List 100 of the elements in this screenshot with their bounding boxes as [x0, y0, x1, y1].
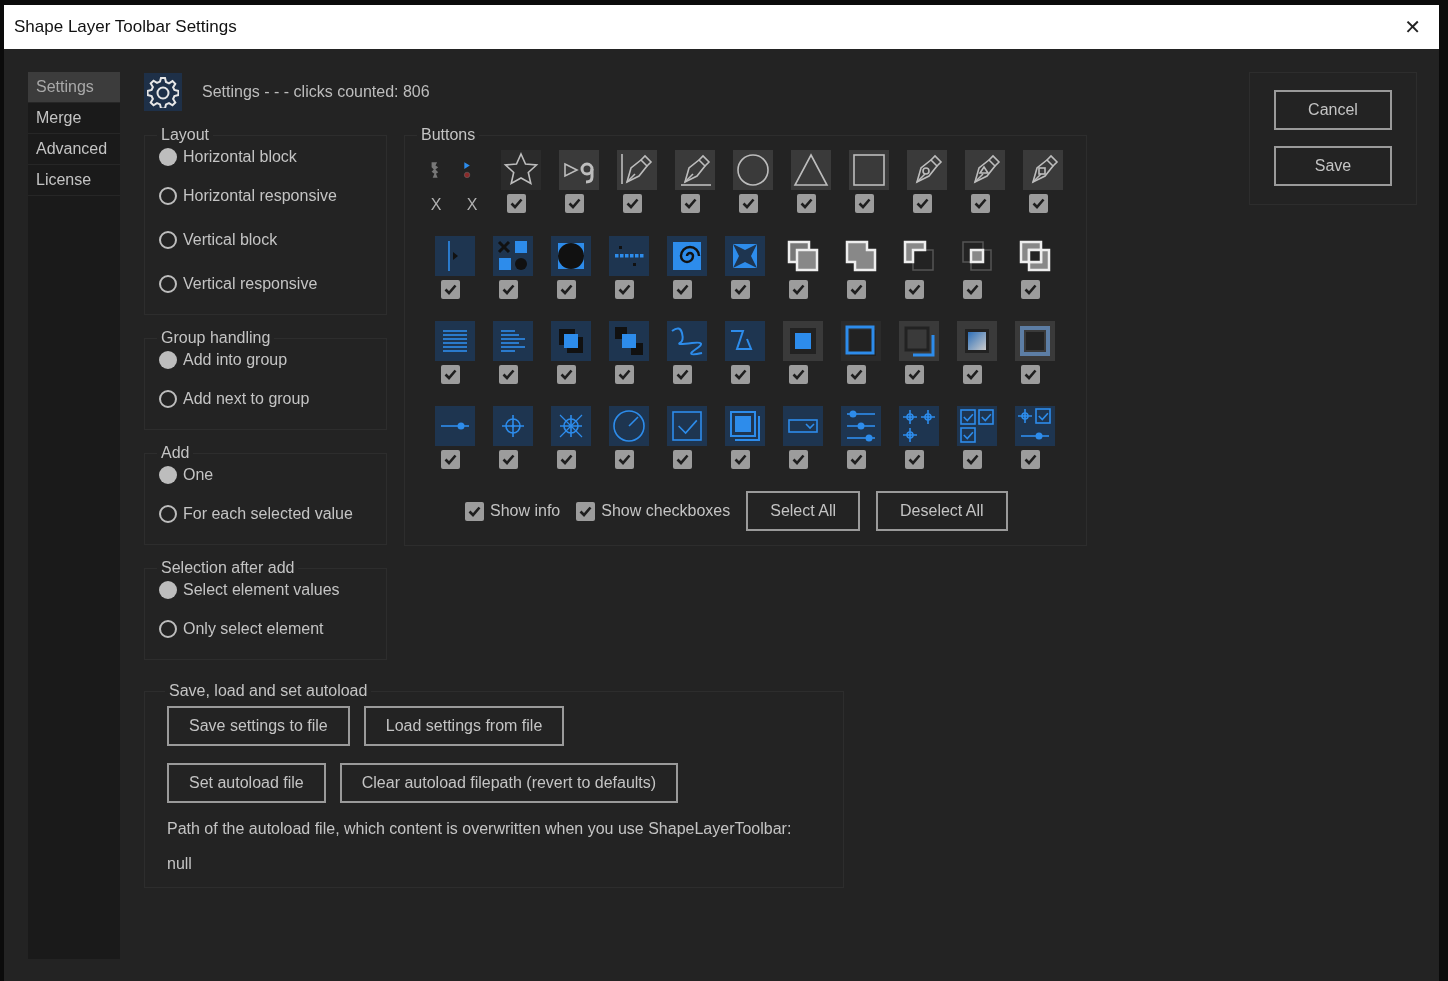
checkbox[interactable]: [557, 280, 576, 299]
checkbox[interactable]: [615, 280, 634, 299]
checkbox[interactable]: [963, 450, 982, 469]
circle-square-icon[interactable]: [551, 236, 591, 276]
gauge-icon[interactable]: [609, 406, 649, 446]
checkbox[interactable]: [1021, 280, 1040, 299]
zigzag-icon[interactable]: [725, 321, 765, 361]
square-outline-icon[interactable]: [841, 321, 881, 361]
cancel-button[interactable]: Cancel: [1274, 90, 1392, 130]
triangle-shape-icon[interactable]: [559, 150, 599, 190]
gradient-square-icon[interactable]: [957, 321, 997, 361]
sidebar-item[interactable]: License: [28, 165, 120, 196]
crosshair-icon[interactable]: [493, 406, 533, 446]
square-corner-icon[interactable]: [899, 321, 939, 361]
pen-icon[interactable]: [965, 150, 1005, 190]
select-all-button[interactable]: Select All: [746, 491, 861, 531]
radio-button[interactable]: [159, 275, 177, 293]
checkbox-icon[interactable]: [667, 406, 707, 446]
radio-button[interactable]: [159, 620, 177, 638]
checkbox[interactable]: [731, 280, 750, 299]
dropdown-icon[interactable]: [783, 406, 823, 446]
checkbox[interactable]: [465, 501, 484, 521]
checkbox[interactable]: [963, 280, 982, 299]
checkbox[interactable]: [905, 365, 924, 384]
sidebar-item[interactable]: Settings: [28, 72, 120, 103]
checkbox[interactable]: [615, 365, 634, 384]
file-button[interactable]: Save settings to file: [167, 706, 350, 746]
radio-button[interactable]: [159, 505, 177, 523]
checkbox[interactable]: [673, 365, 692, 384]
checkbox[interactable]: [576, 501, 596, 521]
checkbox[interactable]: [681, 194, 700, 213]
pen-icon[interactable]: [675, 150, 715, 190]
align-lines-icon[interactable]: [493, 321, 533, 361]
file-button[interactable]: Clear autoload filepath (revert to defaults): [339, 763, 679, 803]
checkbox[interactable]: [855, 194, 874, 213]
checkbox[interactable]: [499, 280, 518, 299]
radio-button[interactable]: [159, 148, 177, 166]
pucker-icon[interactable]: [725, 236, 765, 276]
align-lines-icon[interactable]: [435, 321, 475, 361]
stacked-squares-icon[interactable]: [551, 321, 591, 361]
checkbox[interactable]: [565, 194, 584, 213]
radio-button[interactable]: [159, 390, 177, 408]
checkbox[interactable]: [971, 194, 990, 213]
sliders-icon[interactable]: [841, 406, 881, 446]
checkbox[interactable]: [797, 194, 816, 213]
square-icon[interactable]: [783, 321, 823, 361]
radio-button[interactable]: [159, 581, 177, 599]
pen-icon[interactable]: [907, 150, 947, 190]
close-button[interactable]: ✕: [1398, 15, 1427, 39]
stacked-squares-icon[interactable]: [725, 406, 765, 446]
checkbox[interactable]: [441, 450, 460, 469]
slider-icon[interactable]: [435, 406, 475, 446]
square-icon[interactable]: [849, 150, 889, 190]
crosshair-icon[interactable]: [551, 406, 591, 446]
checkbox[interactable]: [847, 280, 866, 299]
checkbox[interactable]: [847, 450, 866, 469]
checkbox[interactable]: [615, 450, 634, 469]
file-button[interactable]: Load settings from file: [363, 706, 565, 746]
checkbox[interactable]: [499, 365, 518, 384]
radio-button[interactable]: [159, 351, 177, 369]
checkbox[interactable]: [1021, 365, 1040, 384]
checkbox[interactable]: [623, 194, 642, 213]
deselect-all-button[interactable]: Deselect All: [876, 491, 1008, 531]
checkbox[interactable]: [507, 194, 526, 213]
pen-icon[interactable]: [617, 150, 657, 190]
checkbox[interactable]: [1021, 450, 1040, 469]
radio-button[interactable]: [159, 466, 177, 484]
checkbox[interactable]: [739, 194, 758, 213]
checkbox[interactable]: [441, 365, 460, 384]
checkbox[interactable]: [557, 365, 576, 384]
controls-icon[interactable]: [1015, 406, 1055, 446]
checkbox[interactable]: [731, 450, 750, 469]
checkbox[interactable]: [789, 365, 808, 384]
checkbox[interactable]: [1029, 194, 1048, 213]
checkbox[interactable]: [557, 450, 576, 469]
pen-icon[interactable]: [1023, 150, 1063, 190]
sidebar-item[interactable]: Merge: [28, 103, 120, 134]
stacked-squares-icon[interactable]: [609, 321, 649, 361]
sidebar-item[interactable]: Advanced: [28, 134, 120, 165]
file-button[interactable]: Set autoload file: [167, 763, 326, 803]
checkbox[interactable]: [789, 280, 808, 299]
shapes-icon[interactable]: [493, 236, 533, 276]
radio-button[interactable]: [159, 187, 177, 205]
wave-icon[interactable]: [667, 321, 707, 361]
crosshairs-icon[interactable]: [899, 406, 939, 446]
checkbox[interactable]: [731, 365, 750, 384]
checkbox[interactable]: [673, 450, 692, 469]
spiral-icon[interactable]: [667, 236, 707, 276]
checkbox[interactable]: [963, 365, 982, 384]
checkbox[interactable]: [789, 450, 808, 469]
checkbox[interactable]: [441, 280, 460, 299]
checkbox[interactable]: [905, 280, 924, 299]
gradient-outline-icon[interactable]: [1015, 321, 1055, 361]
save-button[interactable]: Save: [1274, 146, 1392, 186]
checkbox[interactable]: [913, 194, 932, 213]
checkbox[interactable]: [673, 280, 692, 299]
checkbox[interactable]: [847, 365, 866, 384]
checkbox[interactable]: [905, 450, 924, 469]
checkbox[interactable]: [499, 450, 518, 469]
checkboxes-icon[interactable]: [957, 406, 997, 446]
